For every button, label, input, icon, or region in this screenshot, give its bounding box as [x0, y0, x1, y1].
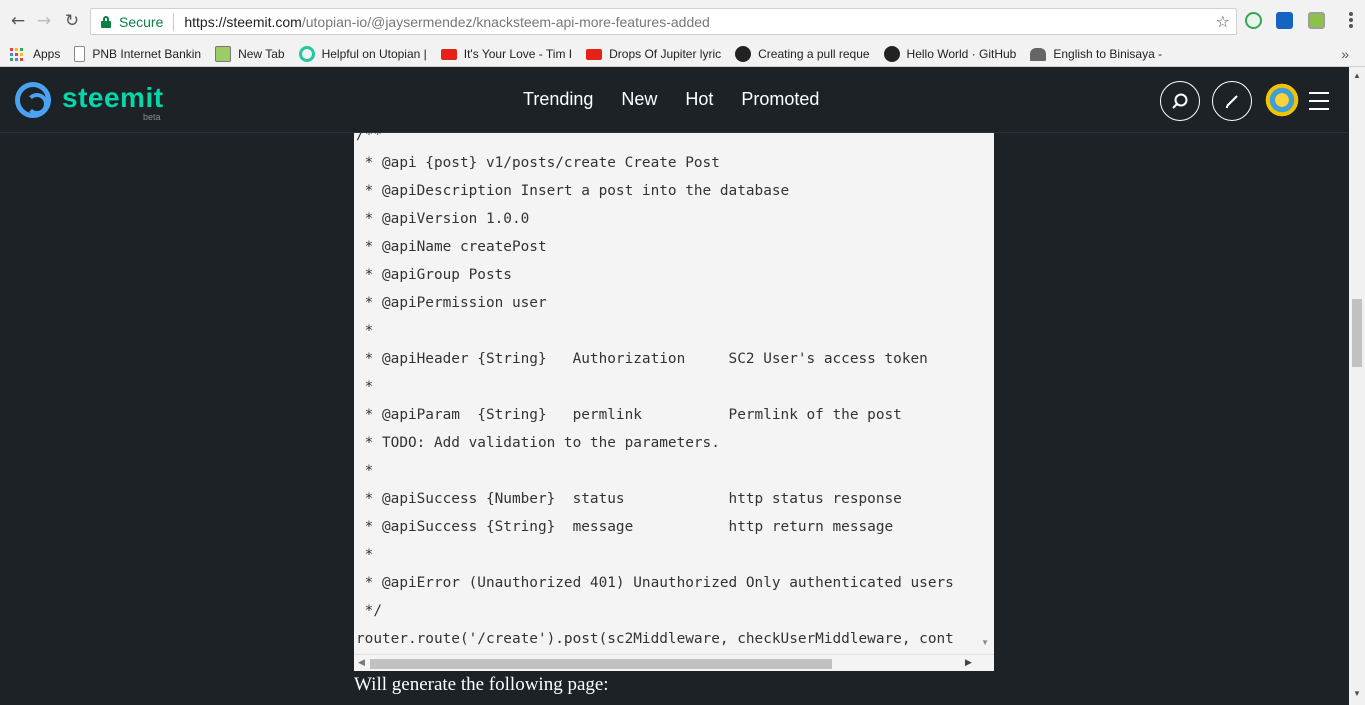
- logo-beta: beta: [143, 112, 161, 122]
- bookmark-star-icon[interactable]: ☆: [1216, 12, 1230, 31]
- horizontal-scrollbar[interactable]: ◀ ▶: [354, 654, 994, 671]
- forward-icon[interactable]: →: [34, 11, 54, 31]
- youtube-icon: [586, 48, 603, 60]
- scrollbar-thumb[interactable]: [370, 659, 832, 669]
- bookmark-drops-of-jupiter[interactable]: Drops Of Jupiter lyric: [586, 47, 721, 61]
- steemit-logo-icon[interactable]: [15, 82, 51, 118]
- nav-hot[interactable]: Hot: [685, 89, 713, 110]
- code-line: router.route('/create').post(sc2Middlewa…: [356, 631, 954, 647]
- scroll-up-icon[interactable]: ▲: [1353, 71, 1361, 80]
- browser-menu-icon[interactable]: [1349, 12, 1353, 30]
- code-line: * @apiParam {String} permlink Permlink o…: [356, 407, 902, 423]
- code-line: * @apiName createPost: [356, 239, 547, 255]
- scroll-left-icon[interactable]: ◀: [358, 657, 365, 668]
- github-icon: [883, 46, 900, 62]
- code-line: * @apiPermission user: [356, 295, 547, 311]
- bookmarks-bar: Apps PNB Internet Bankin New Tab Helpful…: [0, 42, 1365, 67]
- code-line: * @apiVersion 1.0.0: [356, 211, 530, 227]
- url-text[interactable]: https://steemit.com/utopian-io/@jayserme…: [184, 14, 709, 30]
- bookmarks-overflow-icon[interactable]: »: [1341, 46, 1349, 62]
- bookmark-newtab[interactable]: New Tab: [215, 46, 285, 62]
- apps-icon: [10, 47, 23, 61]
- nav-trending[interactable]: Trending: [523, 89, 593, 110]
- code-line: * @apiHeader {String} Authorization SC2 …: [356, 351, 928, 367]
- bank-icon: [1030, 47, 1047, 61]
- page-scrollbar-thumb[interactable]: [1352, 299, 1362, 367]
- code-line: *: [356, 547, 374, 563]
- search-icon: [1172, 93, 1188, 109]
- scroll-down-icon[interactable]: ▼: [1353, 689, 1361, 698]
- code-line: * @apiDescription Insert a post into the…: [356, 183, 790, 199]
- nav-promoted[interactable]: Promoted: [741, 89, 819, 110]
- code-line: * @apiError (Unauthorized 401) Unauthori…: [356, 575, 954, 591]
- browser-toolbar: ← → ↻ Secure https://steemit.com/utopian…: [0, 0, 1365, 42]
- newtab-icon: [215, 46, 232, 62]
- pencil-icon: [1226, 95, 1238, 108]
- write-post-button[interactable]: [1212, 81, 1252, 121]
- code-line: * TODO: Add validation to the parameters…: [356, 435, 720, 451]
- page-scrollbar[interactable]: ▲ ▼: [1349, 67, 1365, 705]
- code-line: * @api {post} v1/posts/create Create Pos…: [356, 155, 720, 171]
- back-icon[interactable]: ←: [8, 11, 28, 31]
- bookmark-utopian[interactable]: Helpful on Utopian |: [298, 46, 427, 62]
- code-line: /**: [356, 133, 382, 143]
- secure-label: Secure: [119, 13, 164, 30]
- scroll-down-icon[interactable]: ▼: [981, 638, 989, 647]
- code-line: *: [356, 323, 374, 339]
- logo-text[interactable]: steemit: [62, 82, 164, 114]
- hamburger-menu-icon[interactable]: [1309, 92, 1329, 116]
- page-icon: [74, 46, 86, 62]
- code-line: * @apiGroup Posts: [356, 267, 512, 283]
- post-paragraph: Will generate the following page:: [354, 674, 609, 695]
- bookmark-hello-world[interactable]: Hello World · GitHub: [883, 46, 1016, 62]
- code-line: *: [356, 463, 374, 479]
- address-bar[interactable]: Secure https://steemit.com/utopian-io/@j…: [90, 8, 1237, 35]
- nav-new[interactable]: New: [621, 89, 657, 110]
- main-nav: Trending New Hot Promoted: [523, 89, 847, 110]
- bookmark-apps[interactable]: Apps: [10, 47, 60, 61]
- youtube-icon: [440, 48, 457, 60]
- bookmark-its-your-love[interactable]: It's Your Love - Tim I: [440, 47, 572, 61]
- code-line: * @apiSuccess {Number} status http statu…: [356, 491, 902, 507]
- bookmark-pull-request[interactable]: Creating a pull reque: [735, 46, 870, 62]
- extension-icon[interactable]: [1276, 12, 1293, 29]
- reload-icon[interactable]: ↻: [62, 11, 82, 31]
- bookmark-pnb[interactable]: PNB Internet Bankin: [74, 46, 201, 62]
- code-lines: /** * @api {post} v1/posts/create Create…: [356, 133, 954, 653]
- code-block[interactable]: /** * @api {post} v1/posts/create Create…: [354, 133, 994, 671]
- search-button[interactable]: [1160, 81, 1200, 121]
- site-header: steemit beta Trending New Hot Promoted: [0, 67, 1349, 133]
- user-avatar[interactable]: [1263, 81, 1301, 119]
- code-line: *: [356, 379, 374, 395]
- screenshot-extension-icon[interactable]: [1308, 12, 1325, 29]
- scroll-right-icon[interactable]: ▶: [965, 657, 972, 668]
- utopian-icon: [298, 46, 315, 62]
- bookmark-binisaya[interactable]: English to Binisaya -: [1030, 47, 1162, 61]
- zoom-extension-icon[interactable]: [1245, 12, 1262, 29]
- code-line: */: [356, 603, 382, 619]
- code-line: * @apiSuccess {String} message http retu…: [356, 519, 894, 535]
- github-icon: [735, 46, 752, 62]
- lock-icon: [101, 15, 111, 28]
